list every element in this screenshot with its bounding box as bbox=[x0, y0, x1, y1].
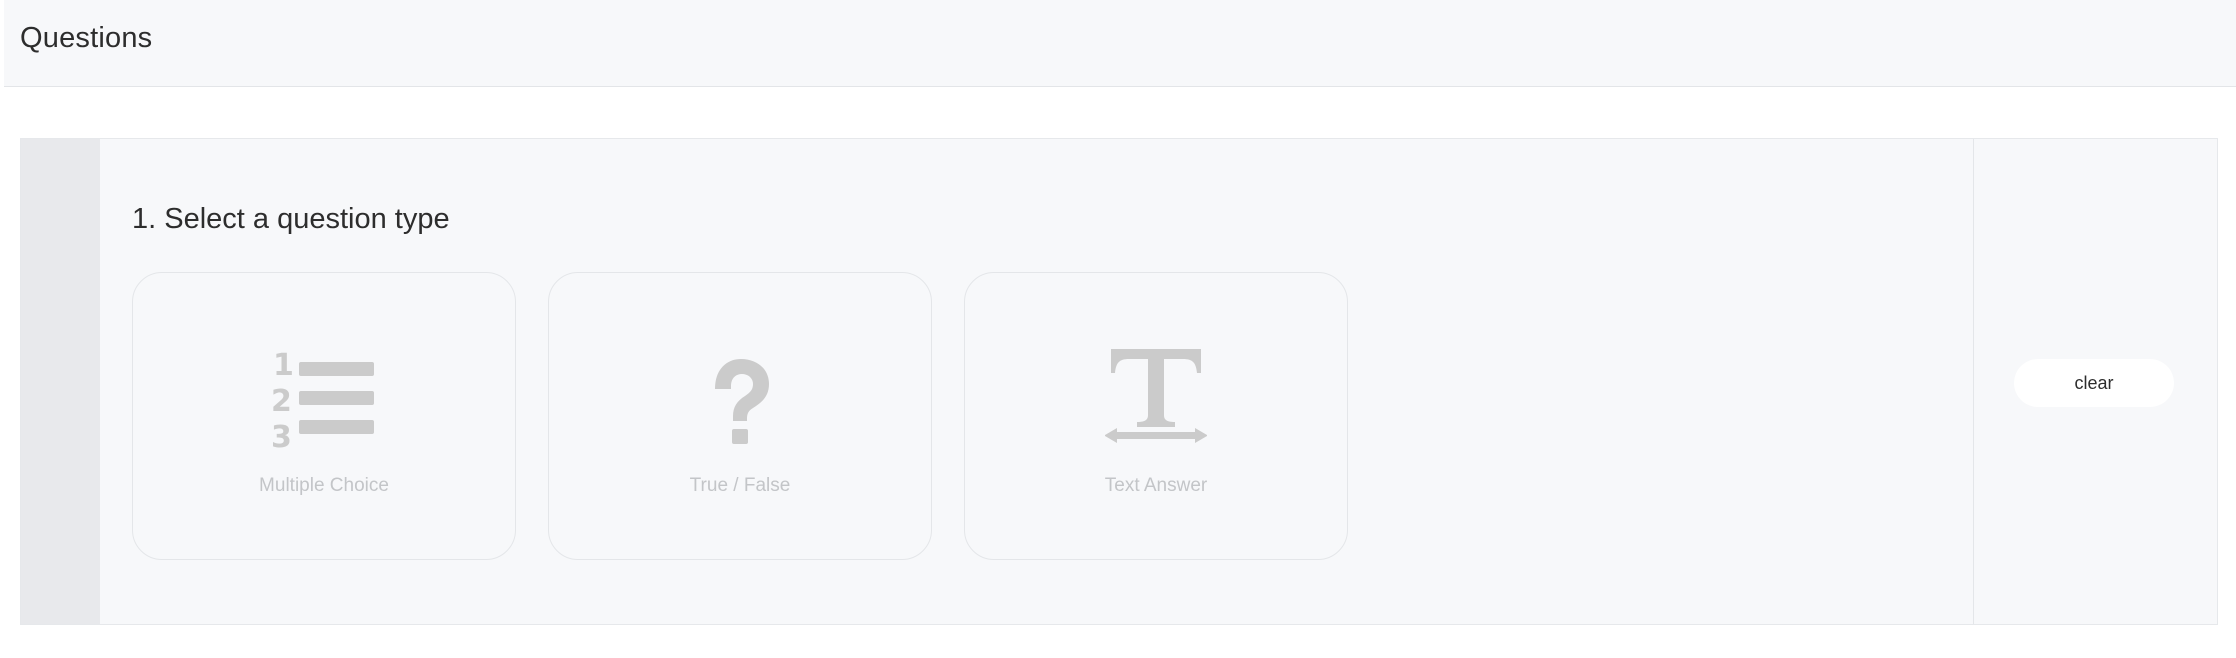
question-type-multiple-choice[interactable]: 1 2 3 Multiple Choice bbox=[132, 272, 516, 560]
numbered-list-icon: 1 2 3 bbox=[271, 348, 374, 455]
question-step-title: 1. Select a question type bbox=[132, 203, 450, 235]
side-divider bbox=[1973, 139, 1974, 624]
svg-text:3: 3 bbox=[271, 420, 292, 455]
question-block: 1. Select a question type 1 2 3 Multiple… bbox=[20, 138, 2218, 625]
question-type-text-answer[interactable]: Text Answer bbox=[964, 272, 1348, 560]
question-mark-icon bbox=[715, 359, 769, 444]
page-title: Questions bbox=[20, 22, 153, 54]
svg-text:2: 2 bbox=[271, 384, 292, 419]
question-type-label: True / False bbox=[689, 475, 791, 496]
question-type-label: Text Answer bbox=[1104, 475, 1208, 496]
text-type-icon bbox=[1105, 349, 1207, 443]
question-drag-handle[interactable] bbox=[21, 139, 100, 624]
question-type-true-false[interactable]: True / False bbox=[548, 272, 932, 560]
question-type-label: Multiple Choice bbox=[259, 475, 389, 496]
svg-text:1: 1 bbox=[273, 348, 294, 383]
clear-button[interactable]: clear bbox=[2014, 359, 2174, 407]
page-header: Questions bbox=[4, 0, 2236, 87]
